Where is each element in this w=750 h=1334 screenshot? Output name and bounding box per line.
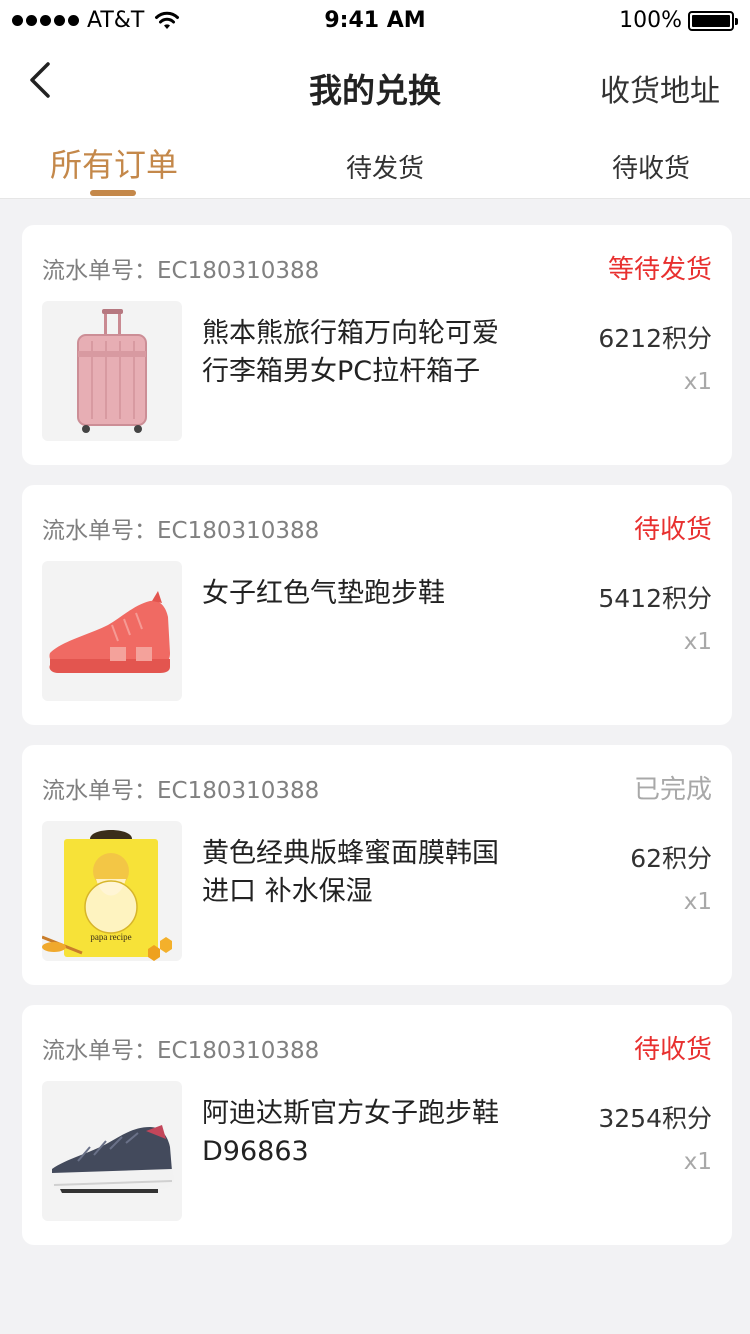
product-image-coral-sneaker [42, 561, 182, 701]
order-number: 流水单号：EC180310388 [42, 1038, 320, 1064]
nav-bar: 我的兑换 收货地址 [0, 44, 750, 124]
chevron-left-icon [30, 62, 50, 98]
product-quantity: x1 [683, 889, 712, 915]
product-points: 3254积分 [598, 1104, 712, 1133]
order-card[interactable]: 流水单号：EC180310388 待收货 女子红色气垫跑步鞋 5412积分 x1 [22, 485, 732, 725]
battery-percent: 100% [619, 8, 682, 33]
battery-icon [688, 10, 738, 31]
status-bar-right: 100% [619, 8, 738, 33]
order-card[interactable]: 流水单号：EC180310388 待收货 阿迪达斯官方女子跑步鞋D96863 3… [22, 1005, 732, 1245]
product-name: 黄色经典版蜂蜜面膜韩国进口 补水保湿 [202, 838, 499, 907]
product-quantity: x1 [683, 369, 712, 395]
order-number: 流水单号：EC180310388 [42, 258, 320, 284]
order-card[interactable]: 流水单号：EC180310388 已完成 papa recipe 黄色经典版蜂蜜… [22, 745, 732, 985]
back-button[interactable] [20, 60, 64, 104]
order-status: 待收货 [633, 515, 712, 545]
shipping-address-button[interactable]: 收货地址 [600, 66, 720, 110]
order-tabs: 所有订单 待发货 待收货 [0, 124, 750, 199]
active-tab-indicator [90, 190, 136, 196]
tab-pending-shipment[interactable]: 待发货 [346, 148, 424, 185]
product-points: 5412积分 [598, 584, 712, 613]
order-number: 流水单号：EC180310388 [42, 778, 320, 804]
product-name: 熊本熊旅行箱万向轮可爱行李箱男女PC拉杆箱子 [202, 318, 499, 387]
order-status: 等待发货 [607, 255, 712, 285]
product-image-label: papa recipe [90, 932, 131, 942]
product-image-honey-mask: papa recipe [42, 821, 182, 961]
order-status: 待收货 [633, 1035, 712, 1065]
product-image-suitcase [42, 301, 182, 441]
product-name: 女子红色气垫跑步鞋 [202, 578, 445, 609]
product-quantity: x1 [683, 1149, 712, 1175]
order-status: 已完成 [633, 775, 712, 805]
product-image-navy-sneaker [42, 1081, 182, 1221]
product-points: 6212积分 [598, 324, 712, 353]
order-number: 流水单号：EC180310388 [42, 518, 320, 544]
tab-all-orders[interactable]: 所有订单 [50, 140, 178, 186]
product-name: 阿迪达斯官方女子跑步鞋D96863 [202, 1098, 499, 1167]
tab-pending-receipt[interactable]: 待收货 [612, 148, 690, 185]
order-card[interactable]: 流水单号：EC180310388 等待发货 熊本熊旅行箱万向轮可爱行李箱男女PC… [22, 225, 732, 465]
status-bar: AT&T 9:41 AM 100% [0, 0, 750, 44]
product-quantity: x1 [683, 629, 712, 655]
product-points: 62积分 [630, 844, 712, 873]
